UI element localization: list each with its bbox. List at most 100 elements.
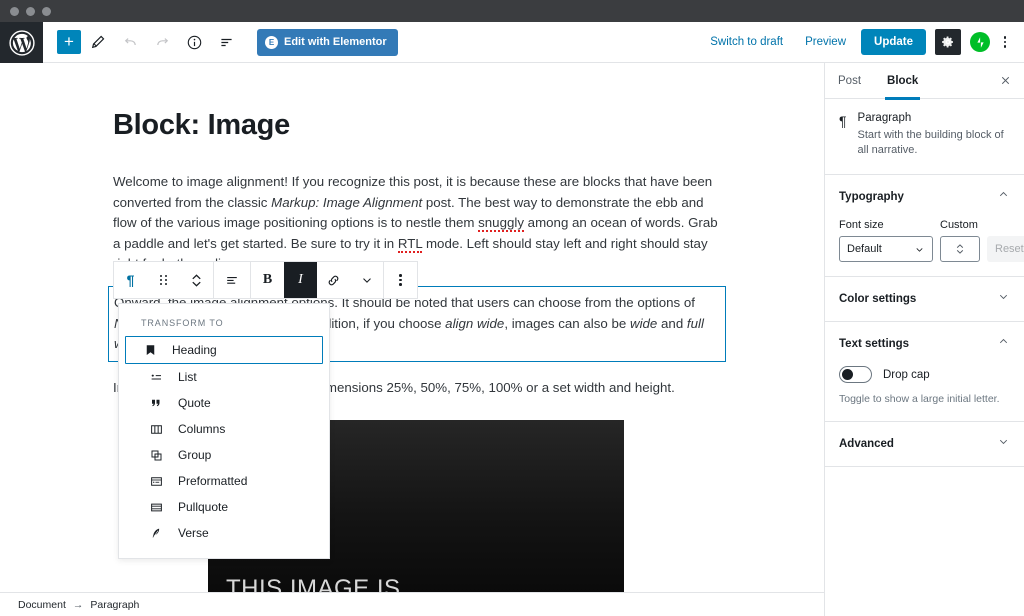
chevron-up-icon — [997, 188, 1010, 206]
redo-button[interactable] — [147, 27, 177, 57]
transform-option-label: Group — [178, 448, 212, 462]
block-move-button[interactable] — [180, 262, 213, 298]
text-settings-header[interactable]: Text settings — [825, 322, 1024, 366]
text-align-icon — [227, 277, 237, 284]
window-minimize-dot[interactable] — [26, 6, 35, 16]
block-more-options-button[interactable] — [384, 262, 417, 298]
advanced-title: Advanced — [839, 438, 894, 450]
elementor-logo-icon: E — [265, 35, 278, 49]
typography-section: Typography Font size Default Custom Rese… — [825, 175, 1024, 277]
custom-size-field: Custom — [940, 219, 980, 262]
toolbar-right-group: Switch to draft Preview Update — [699, 29, 1024, 55]
transform-option-verse[interactable]: Verse — [125, 520, 323, 546]
editor-top-toolbar: + E Edit with Elementor Switch to draft … — [43, 22, 1024, 63]
drop-cap-label: Drop cap — [883, 368, 930, 381]
paragraph-sel-text-e: and — [657, 315, 687, 331]
italic-button[interactable]: I — [284, 262, 317, 298]
formatting-more-button[interactable] — [350, 262, 383, 298]
block-info-text: Paragraph Start with the building block … — [858, 112, 1010, 158]
bold-button[interactable]: B — [251, 262, 284, 298]
transform-option-heading[interactable]: Heading — [125, 336, 323, 364]
color-settings-header[interactable]: Color settings — [825, 277, 1024, 321]
paragraph-sel-em-3: align wide — [445, 315, 505, 331]
jetpack-button[interactable] — [970, 32, 990, 52]
close-sidebar-button[interactable] — [990, 66, 1020, 96]
window-maximize-dot[interactable] — [42, 6, 51, 16]
content-info-button[interactable] — [179, 27, 209, 57]
block-toolbar-group-format: B I — [251, 262, 384, 298]
transform-option-list[interactable]: List — [125, 364, 323, 390]
paragraph-1-em: Markup: Image Alignment — [271, 194, 423, 210]
custom-size-label: Custom — [940, 219, 978, 231]
transform-option-quote[interactable]: Quote — [125, 390, 323, 416]
breadcrumb-current[interactable]: Paragraph — [90, 599, 139, 611]
transform-to-label: TRANSFORM TO — [141, 318, 224, 328]
update-button[interactable]: Update — [861, 29, 926, 55]
switch-to-draft-button[interactable]: Switch to draft — [699, 36, 794, 48]
transform-option-group[interactable]: Group — [125, 442, 323, 468]
undo-arrow-icon — [124, 37, 136, 45]
undo-button[interactable] — [115, 27, 145, 57]
chevron-down-icon — [916, 247, 923, 252]
preformatted-icon — [147, 474, 165, 489]
wordpress-logo-button[interactable] — [0, 22, 43, 63]
breadcrumb-document[interactable]: Document — [18, 599, 66, 611]
paragraph-block-1[interactable]: Welcome to image alignment! If you recog… — [113, 172, 721, 275]
quote-icon — [147, 396, 165, 411]
transform-option-preformatted[interactable]: Preformatted — [125, 468, 323, 494]
heading-icon — [141, 343, 159, 358]
insert-link-button[interactable] — [317, 262, 350, 298]
sidebar-tabs: Post Block — [825, 63, 1024, 100]
post-title[interactable]: Block: Image — [113, 109, 824, 142]
transform-option-label: Verse — [178, 526, 209, 540]
block-toolbar-group-align — [214, 262, 251, 298]
transform-option-columns[interactable]: Columns — [125, 416, 323, 442]
font-size-value: Default — [847, 243, 882, 255]
kebab-menu-icon — [1003, 36, 1007, 48]
text-settings-section: Text settings Drop cap Toggle to show a … — [825, 322, 1024, 422]
block-drag-handle[interactable] — [147, 262, 180, 298]
block-type-switcher-button[interactable]: ¶ — [114, 262, 147, 298]
toolbar-left-group: + E Edit with Elementor — [43, 27, 398, 57]
group-icon — [147, 448, 165, 463]
transform-option-label: Pullquote — [178, 500, 229, 514]
block-toolbar-group-more — [384, 262, 417, 298]
drag-handle-icon — [160, 275, 167, 285]
paragraph-pilcrow-icon: ¶ — [839, 113, 847, 129]
tab-post[interactable]: Post — [825, 63, 874, 99]
window-close-dot[interactable] — [10, 6, 19, 16]
block-toolbar: ¶ B I — [113, 261, 418, 299]
pencil-icon — [91, 35, 105, 49]
settings-sidebar: Post Block ¶ Paragraph Start with the bu… — [824, 63, 1024, 616]
drop-cap-toggle[interactable] — [839, 366, 872, 383]
typography-section-header[interactable]: Typography — [825, 175, 1024, 219]
tab-block[interactable]: Block — [874, 63, 931, 100]
block-navigation-button[interactable] — [211, 27, 241, 57]
number-spinner-icon — [956, 243, 964, 255]
gear-icon — [942, 36, 954, 48]
text-settings-title: Text settings — [839, 338, 910, 350]
preview-button[interactable]: Preview — [794, 36, 857, 48]
chevron-up-icon — [997, 335, 1010, 353]
paragraph-sel-text-d: , images can also be — [504, 315, 630, 331]
more-options-button[interactable] — [994, 29, 1016, 55]
reset-font-size-button[interactable]: Reset — [987, 236, 1024, 262]
edit-with-elementor-button[interactable]: E Edit with Elementor — [257, 28, 398, 56]
transform-option-label: Heading — [172, 343, 217, 357]
paragraph-sel-em-4: wide — [629, 315, 658, 331]
text-align-button[interactable] — [214, 262, 250, 298]
advanced-section: Advanced — [825, 422, 1024, 467]
edit-mode-button[interactable] — [83, 27, 113, 57]
wordpress-logo-icon — [8, 29, 35, 56]
transform-option-pullquote[interactable]: Pullquote — [125, 494, 323, 520]
font-size-select[interactable]: Default — [839, 236, 933, 262]
add-block-button[interactable]: + — [57, 30, 81, 54]
transform-option-verse-row: Verse — [119, 520, 329, 546]
advanced-header[interactable]: Advanced — [825, 422, 1024, 466]
list-icon — [147, 370, 165, 385]
custom-size-input[interactable] — [940, 236, 980, 262]
chevron-down-icon — [997, 435, 1010, 453]
settings-button[interactable] — [935, 29, 961, 55]
transform-to-dropdown: TRANSFORM TO Heading List Quote Columns … — [118, 303, 330, 559]
spellcheck-word-snuggly: snuggly — [478, 215, 524, 233]
